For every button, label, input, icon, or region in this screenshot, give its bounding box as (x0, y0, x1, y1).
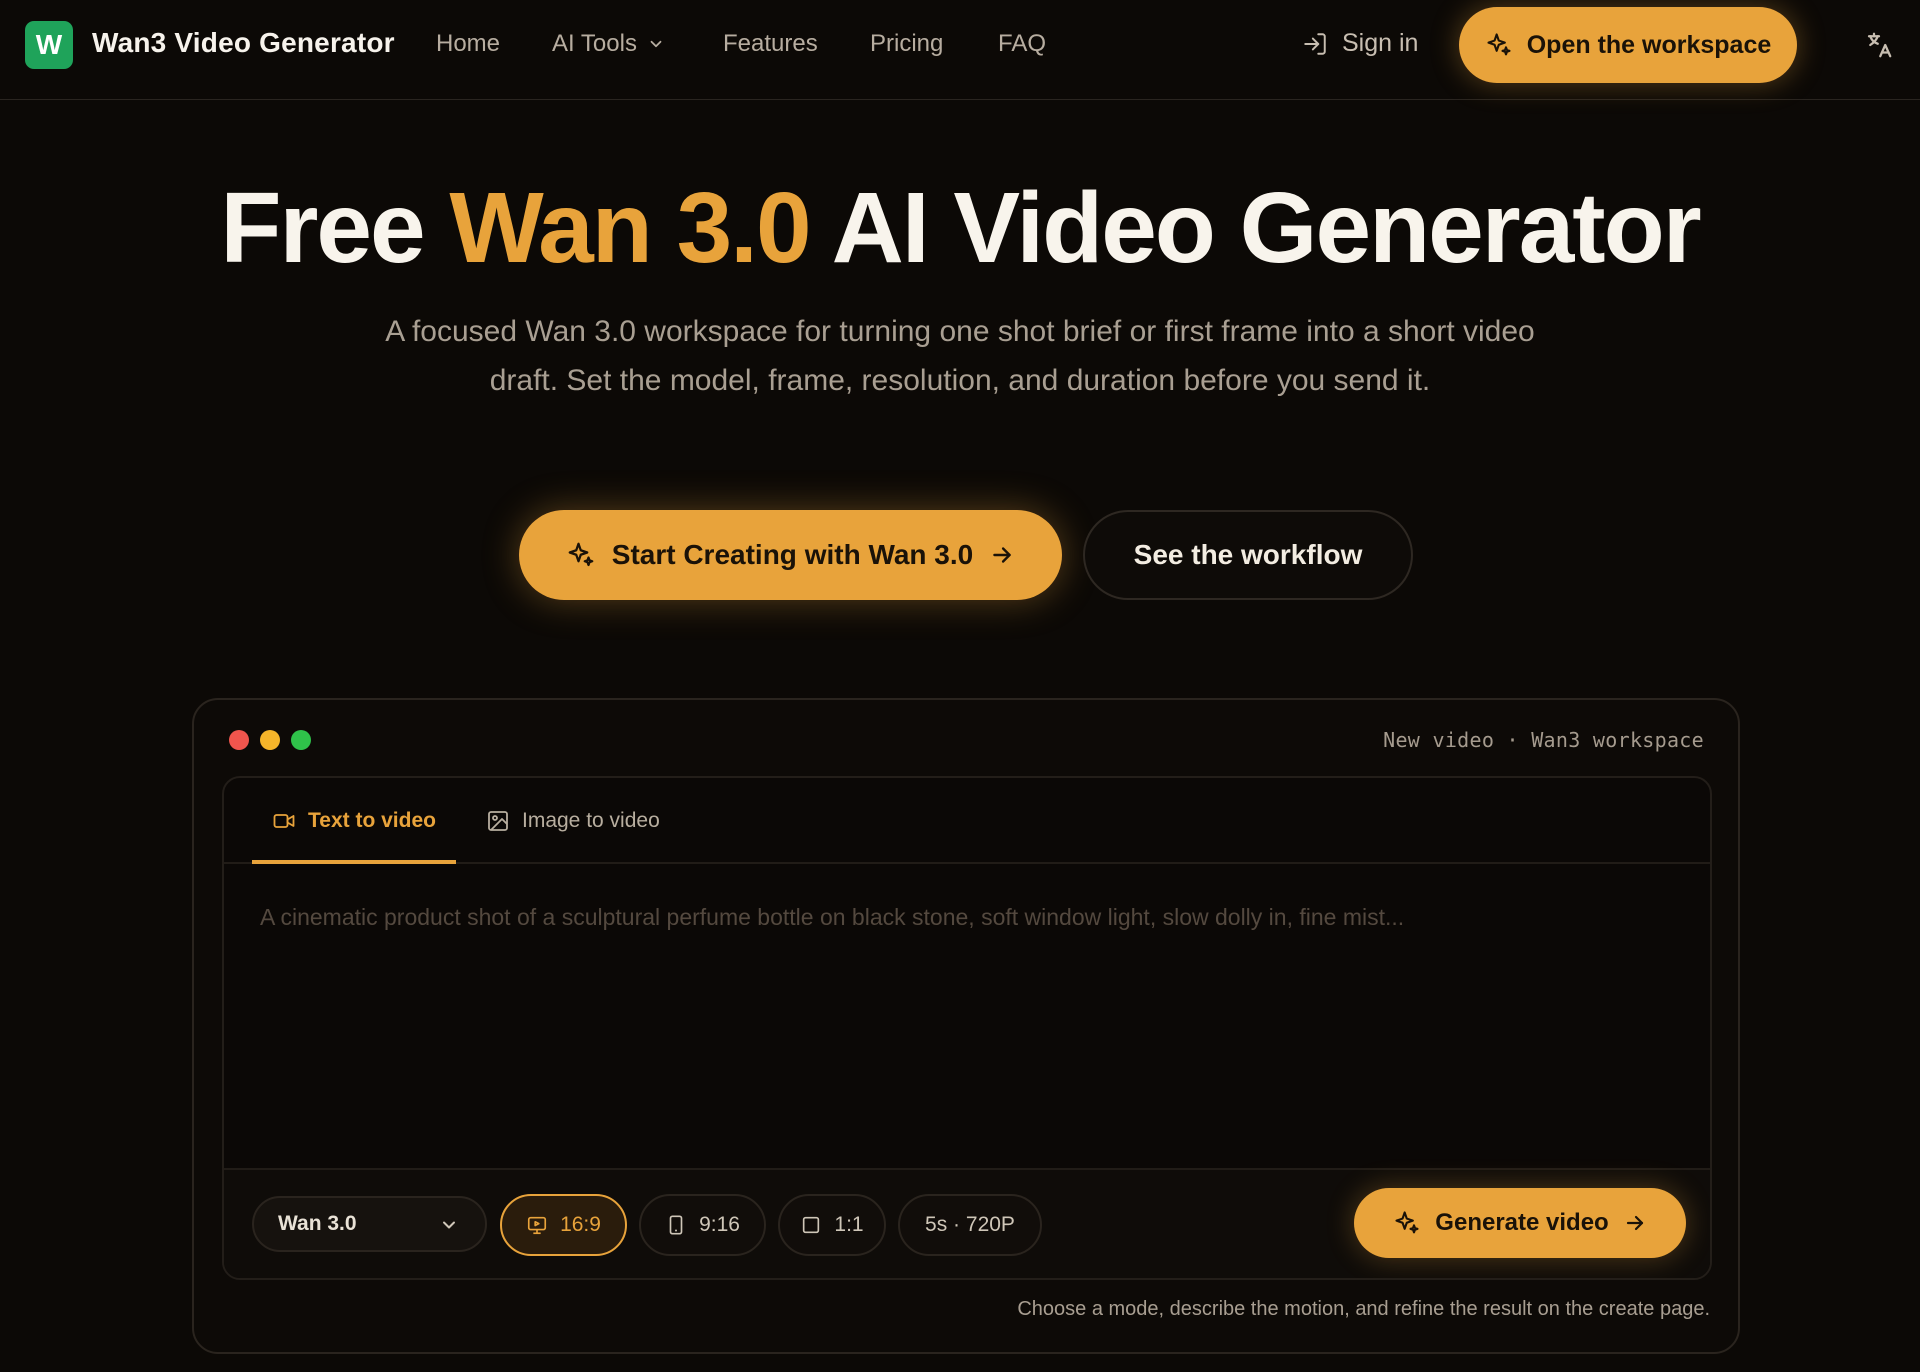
aspect-1-1-chip[interactable]: 1:1 (778, 1194, 886, 1256)
generator-panel: Text to video Image to video A cinematic… (222, 776, 1712, 1280)
image-icon (488, 811, 508, 831)
tab-image-to-video[interactable]: Image to video (486, 778, 660, 864)
hero-title-accent: Wan 3.0 (449, 172, 811, 284)
video-camera-icon (273, 814, 295, 828)
sparkle-icon (1395, 1211, 1419, 1234)
nav-ai-tools-label: AI Tools (552, 30, 637, 57)
duration-resolution-chip[interactable]: 5s · 720P (898, 1194, 1042, 1256)
nav-features[interactable]: Features (723, 30, 818, 58)
sign-in-link[interactable]: Sign in (1302, 29, 1418, 58)
brand-name[interactable]: Wan3 Video Generator (92, 27, 395, 59)
tab-text-to-video[interactable]: Text to video (272, 778, 436, 864)
generate-video-button[interactable]: Generate video (1354, 1188, 1686, 1258)
chevron-down-icon (443, 1221, 455, 1229)
top-nav: W Wan3 Video Generator Home AI Tools Fea… (0, 0, 1920, 100)
nav-home[interactable]: Home (436, 30, 500, 58)
hero-title-suffix: AI Video Generator (809, 172, 1702, 284)
start-creating-button[interactable]: Start Creating with Wan 3.0 (519, 510, 1062, 600)
monitor-icon (527, 1216, 547, 1235)
model-select-value: Wan 3.0 (278, 1212, 357, 1235)
arrow-right-icon (1626, 1215, 1643, 1231)
logo-icon[interactable]: W (25, 21, 73, 69)
hero-title-prefix: Free (220, 172, 450, 284)
generator-toolbar: Wan 3.0 16:9 9:16 1:1 5s · 720P Generate… (224, 1168, 1710, 1278)
duration-resolution-label: 5s · 720P (925, 1213, 1015, 1236)
sparkle-icon (568, 542, 594, 567)
nav-faq-label: FAQ (998, 30, 1047, 57)
open-workspace-label: Open the workspace (1526, 30, 1772, 59)
window-dot-green (291, 730, 311, 750)
aspect-9-16-label: 9:16 (699, 1213, 740, 1236)
sign-in-label: Sign in (1342, 29, 1419, 57)
prompt-input[interactable]: A cinematic product shot of a sculptural… (260, 904, 1680, 931)
see-workflow-button[interactable]: See the workflow (1083, 510, 1413, 600)
tab-text-to-video-label: Text to video (308, 809, 436, 832)
sparkle-icon (1487, 33, 1511, 56)
hero-subtitle: A focused Wan 3.0 workspace for turning … (385, 315, 1535, 397)
phone-icon (669, 1215, 683, 1235)
model-select[interactable]: Wan 3.0 (252, 1196, 487, 1252)
start-creating-label: Start Creating with Wan 3.0 (611, 539, 974, 570)
nav-features-label: Features (723, 30, 818, 57)
nav-faq[interactable]: FAQ (998, 30, 1046, 58)
aspect-9-16-chip[interactable]: 9:16 (639, 1194, 766, 1256)
active-tab-indicator (252, 860, 456, 864)
arrow-right-icon (993, 547, 1012, 563)
nav-pricing-label: Pricing (870, 30, 944, 57)
chevron-down-icon (650, 40, 662, 48)
hero-title: Free Wan 3.0 AI Video Generator (0, 168, 1920, 288)
window-dot-yellow (260, 730, 280, 750)
open-workspace-button[interactable]: Open the workspace (1459, 7, 1797, 83)
nav-ai-tools[interactable]: AI Tools (552, 30, 665, 58)
window-dot-red (229, 730, 249, 750)
aspect-16-9-chip[interactable]: 16:9 (500, 1194, 627, 1256)
aspect-16-9-label: 16:9 (560, 1213, 601, 1236)
workspace-meta: New video · Wan3 workspace (1383, 728, 1704, 752)
tab-image-to-video-label: Image to video (522, 809, 660, 832)
see-workflow-label: See the workflow (1133, 539, 1363, 570)
nav-pricing[interactable]: Pricing (870, 30, 943, 58)
nav-home-label: Home (436, 30, 501, 57)
generate-video-label: Generate video (1435, 1209, 1609, 1236)
mode-tabs: Text to video Image to video (224, 778, 1710, 864)
sign-in-icon (1304, 32, 1326, 55)
workspace-card: New video · Wan3 workspace Text to video… (192, 698, 1740, 1354)
helper-text: Choose a mode, describe the motion, and … (1017, 1298, 1710, 1320)
translate-icon[interactable] (1864, 30, 1894, 60)
aspect-1-1-label: 1:1 (834, 1213, 864, 1236)
square-icon (803, 1216, 820, 1234)
